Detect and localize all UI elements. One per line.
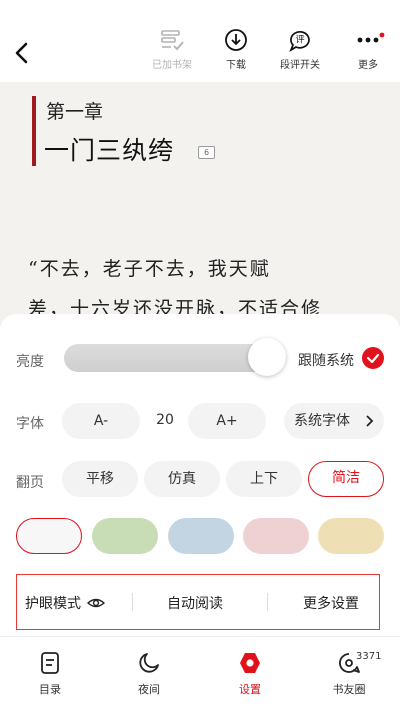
more-icon	[357, 32, 385, 43]
nav-night-label: 夜间	[138, 683, 160, 696]
nav-catalog-label: 目录	[39, 683, 61, 696]
brightness-slider-handle[interactable]	[248, 338, 286, 376]
download-icon	[225, 29, 247, 51]
font-size-value: 20	[156, 412, 174, 428]
options-divider	[132, 593, 133, 611]
bottom-nav: 目录 夜间 设置 书友圈 3371	[0, 636, 400, 710]
svg-text:评: 评	[295, 35, 304, 46]
more-button[interactable]: 更多	[338, 28, 398, 76]
background-swatch-pink[interactable]	[243, 518, 309, 554]
chevron-right-icon	[366, 415, 374, 427]
catalog-icon	[41, 652, 59, 674]
bookshelf-check-icon	[161, 30, 184, 51]
options-divider	[267, 593, 268, 611]
follow-system-label[interactable]: 跟随系统	[298, 350, 354, 370]
back-button[interactable]	[8, 38, 38, 68]
background-swatch-green[interactable]	[92, 518, 158, 554]
page-turn-option-simple[interactable]: 简洁	[308, 461, 384, 497]
font-family-button[interactable]: 系统字体	[284, 403, 384, 439]
follow-system-checkbox[interactable]	[362, 347, 384, 369]
community-count-badge: 3371	[356, 651, 382, 662]
font-family-label: 系统字体	[294, 413, 350, 429]
background-swatch-yellow[interactable]	[318, 518, 384, 554]
bookshelf-added-button[interactable]: 已加书架	[142, 28, 202, 76]
page-turn-label: 翻页	[16, 475, 44, 491]
nav-night-mode[interactable]: 夜间	[114, 651, 184, 697]
nav-community-label: 书友圈	[332, 683, 366, 696]
comment-toggle-icon: 评	[289, 31, 310, 52]
chevron-left-icon	[15, 42, 28, 64]
eye-mode-label: 护眼模式	[25, 596, 81, 612]
bookshelf-added-label: 已加书架	[152, 60, 192, 71]
chapter-accent-bar	[32, 96, 36, 166]
auto-read-button[interactable]: 自动阅读	[167, 593, 223, 613]
font-label: 字体	[16, 416, 44, 432]
brightness-label: 亮度	[16, 354, 44, 370]
download-label: 下载	[226, 60, 246, 71]
chapter-title: 一门三纨绔	[44, 136, 175, 165]
page-turn-option-vertical[interactable]: 上下	[226, 461, 302, 497]
reading-options-row: 护眼模式 自动阅读 更多设置	[16, 574, 380, 630]
moon-icon	[139, 653, 159, 673]
font-increase-button[interactable]: A+	[188, 403, 266, 439]
font-decrease-button[interactable]: A-	[62, 403, 140, 439]
background-swatch-white[interactable]	[16, 518, 82, 554]
eye-mode-button[interactable]: 护眼模式	[25, 593, 106, 613]
comment-toggle-label: 段评开关	[280, 60, 320, 71]
eye-icon	[87, 598, 106, 608]
comment-toggle-button[interactable]: 评 段评开关	[270, 28, 330, 76]
background-swatch-blue[interactable]	[168, 518, 234, 554]
paragraph-line: “不去，老子不去，我天赋	[28, 258, 271, 280]
more-settings-button[interactable]: 更多设置	[303, 593, 359, 613]
nav-settings[interactable]: 设置	[215, 651, 285, 697]
settings-icon	[240, 653, 260, 673]
reading-area[interactable]: 第一章 一门三纨绔 6 “不去，老子不去，我天赋 差，十六岁还没开脉，不适合修	[0, 82, 400, 322]
chapter-number: 第一章	[46, 101, 104, 123]
chapter-comment-badge[interactable]: 6	[198, 146, 215, 159]
nav-settings-label: 设置	[239, 683, 261, 696]
more-label: 更多	[358, 60, 378, 71]
page-turn-option-simulate[interactable]: 仿真	[144, 461, 220, 497]
check-icon	[366, 353, 380, 364]
download-button[interactable]: 下载	[206, 28, 266, 76]
top-toolbar: 已加书架 下载 评 段评开关 更多	[0, 0, 400, 82]
page-turn-option-slide[interactable]: 平移	[62, 461, 138, 497]
nav-catalog[interactable]: 目录	[15, 651, 85, 697]
